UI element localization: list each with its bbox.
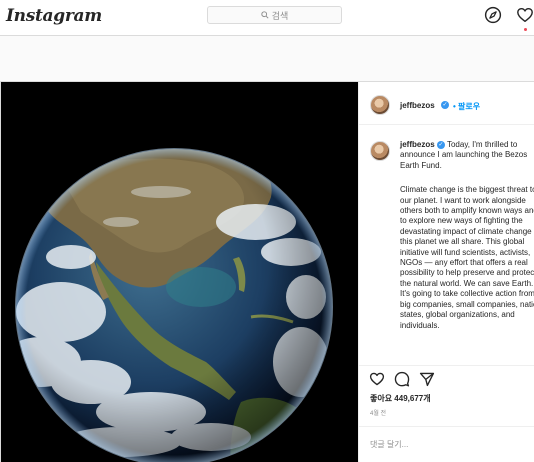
activity-heart-icon[interactable] [516,6,534,24]
search-icon [261,11,269,19]
post-actions: 좋아요 449,677개 4월 전 [359,365,534,462]
post-header: jeffbezos ✓ • 팔로우 [359,82,534,125]
likes-count[interactable]: 좋아요 449,677개 [370,393,431,404]
follow-label: 팔로우 [458,102,481,111]
search-placeholder: 검색 [271,10,289,21]
author-avatar[interactable] [370,95,390,115]
comment-box [359,426,534,462]
explore-compass-icon[interactable] [484,6,502,24]
search-box[interactable]: 검색 [207,6,342,24]
author-username[interactable]: jeffbezos [400,101,435,110]
post-caption: jeffbezos ✓ Today, I'm thrilled to annou… [400,140,534,331]
follow-button[interactable]: • 팔로우 [453,101,480,112]
post-image[interactable] [1,82,358,462]
like-heart-icon[interactable] [369,371,385,387]
instagram-logo[interactable]: Instagram [6,6,102,26]
share-plane-icon[interactable] [419,371,435,387]
notification-dot [524,28,527,31]
caption-verified-badge-icon: ✓ [436,140,445,149]
verified-badge-icon: ✓ [441,101,449,109]
post-sidebar: jeffbezos ✓ • 팔로우 jeffbezos ✓ Today, I'm… [358,82,534,462]
post-card: jeffbezos ✓ • 팔로우 jeffbezos ✓ Today, I'm… [0,81,534,462]
caption-username[interactable]: jeffbezos [400,140,435,149]
caption-avatar[interactable] [370,141,390,161]
earth-image [1,82,358,462]
caption-body: Climate change is the biggest threat to … [400,185,534,330]
comment-bubble-icon[interactable] [394,371,410,387]
top-navigation-bar: Instagram 검색 [0,0,534,36]
post-timestamp[interactable]: 4월 전 [370,408,386,417]
comment-input[interactable] [370,440,520,449]
